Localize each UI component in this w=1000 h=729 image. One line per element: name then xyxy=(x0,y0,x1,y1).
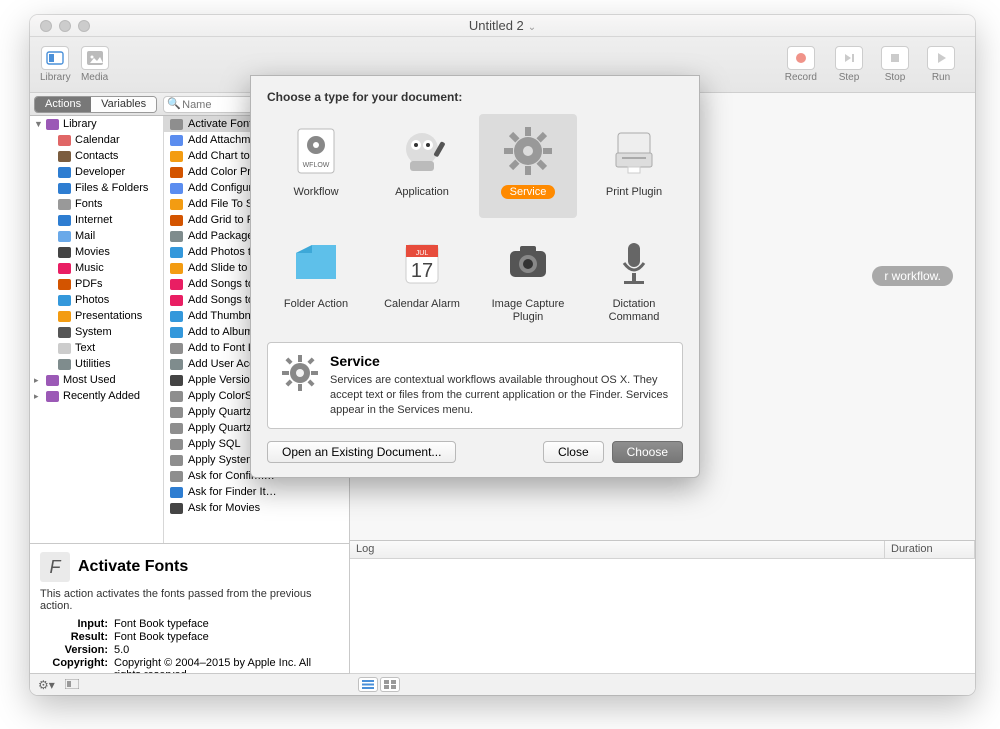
toolbar-run[interactable]: Run xyxy=(927,46,955,83)
doctype-icon: WFLOW xyxy=(285,120,347,182)
desc-text: Services are contextual workflows availa… xyxy=(330,373,670,418)
log-col-duration[interactable]: Duration xyxy=(885,541,975,558)
log-view-list[interactable] xyxy=(358,677,378,692)
gear-icon[interactable]: ⚙︎▾ xyxy=(38,678,55,692)
library-item[interactable]: Photos xyxy=(30,292,163,308)
library-item[interactable]: System xyxy=(30,324,163,340)
library-item[interactable]: Developer xyxy=(30,164,163,180)
library-item[interactable]: Files & Folders xyxy=(30,180,163,196)
gear-icon xyxy=(280,353,320,393)
info-desc: This action activates the fonts passed f… xyxy=(40,588,339,612)
tab-actions[interactable]: Actions xyxy=(35,97,91,112)
font-icon: F xyxy=(40,552,70,582)
library-item[interactable]: Presentations xyxy=(30,308,163,324)
close-button[interactable]: Close xyxy=(543,441,604,463)
toolbar-record[interactable]: Record xyxy=(785,46,817,83)
log-col-log[interactable]: Log xyxy=(350,541,885,558)
doctype-service[interactable]: Service xyxy=(479,114,577,218)
svg-text:F: F xyxy=(50,557,62,577)
toolbar-library[interactable]: Library xyxy=(40,46,71,83)
doctype-icon xyxy=(497,232,559,294)
library-item[interactable]: ▸Most Used xyxy=(30,372,163,388)
library-item[interactable]: Internet xyxy=(30,212,163,228)
doctype-dictation-command[interactable]: Dictation Command xyxy=(585,226,683,330)
log-statusbar xyxy=(350,673,975,695)
sheet-prompt: Choose a type for your document: xyxy=(267,90,683,104)
type-description-box: Service Services are contextual workflow… xyxy=(267,342,683,429)
types-grid: WFLOWWorkflowApplicationServicePrint Plu… xyxy=(267,114,683,330)
doctype-image-capture-plugin[interactable]: Image Capture Plugin xyxy=(479,226,577,330)
titlebar: Untitled 2⌄ xyxy=(30,15,975,37)
toolbar-stop[interactable]: Stop xyxy=(881,46,909,83)
doctype-icon xyxy=(603,232,665,294)
doctype-calendar-alarm[interactable]: JUL17Calendar Alarm xyxy=(373,226,471,330)
library-item[interactable]: Mail xyxy=(30,228,163,244)
action-row[interactable]: Ask for Finder It… xyxy=(164,484,349,500)
chevron-down-icon: ⌄ xyxy=(528,22,536,33)
doctype-icon xyxy=(391,120,453,182)
doctype-folder-action[interactable]: Folder Action xyxy=(267,226,365,330)
log-pane: Log Duration xyxy=(350,540,975,695)
desc-title: Service xyxy=(330,353,670,369)
library-item[interactable]: Music xyxy=(30,260,163,276)
library-item[interactable]: Fonts xyxy=(30,196,163,212)
library-item[interactable]: Utilities xyxy=(30,356,163,372)
doctype-icon xyxy=(497,120,559,182)
library-item[interactable]: Text xyxy=(30,340,163,356)
library-tree[interactable]: ▼LibraryCalendarContactsDeveloperFiles &… xyxy=(30,116,164,543)
toolbar-step[interactable]: Step xyxy=(835,46,863,83)
document-type-sheet: Choose a type for your document: WFLOWWo… xyxy=(250,75,700,478)
library-item[interactable]: Movies xyxy=(30,244,163,260)
library-item[interactable]: ▸Recently Added xyxy=(30,388,163,404)
workflow-hint: r workflow. xyxy=(872,266,953,286)
doctype-icon: JUL 17 xyxy=(391,232,453,294)
doctype-icon xyxy=(285,232,347,294)
open-existing-button[interactable]: Open an Existing Document... xyxy=(267,441,456,463)
doctype-print-plugin[interactable]: Print Plugin xyxy=(585,114,683,218)
library-item[interactable]: Calendar xyxy=(30,132,163,148)
tab-variables[interactable]: Variables xyxy=(91,97,156,112)
traffic-lights[interactable] xyxy=(40,20,90,32)
toolbar-media[interactable]: Media xyxy=(81,46,109,83)
library-item[interactable]: Contacts xyxy=(30,148,163,164)
library-item[interactable]: ▼Library xyxy=(30,116,163,132)
svg-text:17: 17 xyxy=(411,260,433,282)
window-title: Untitled 2⌄ xyxy=(30,18,975,33)
doctype-icon xyxy=(603,120,665,182)
log-view-grid[interactable] xyxy=(380,677,400,692)
doctype-workflow[interactable]: WFLOWWorkflow xyxy=(267,114,365,218)
doctype-application[interactable]: Application xyxy=(373,114,471,218)
action-row[interactable]: Ask for Movies xyxy=(164,500,349,516)
svg-text:WFLOW: WFLOW xyxy=(303,162,330,169)
search-icon: 🔍 xyxy=(167,97,181,110)
svg-text:JUL: JUL xyxy=(416,250,429,257)
choose-button[interactable]: Choose xyxy=(612,441,683,463)
window-statusbar: ⚙︎▾ xyxy=(30,673,350,695)
workflow-map-icon[interactable] xyxy=(65,676,79,694)
library-item[interactable]: PDFs xyxy=(30,276,163,292)
info-title: Activate Fonts xyxy=(78,558,188,576)
